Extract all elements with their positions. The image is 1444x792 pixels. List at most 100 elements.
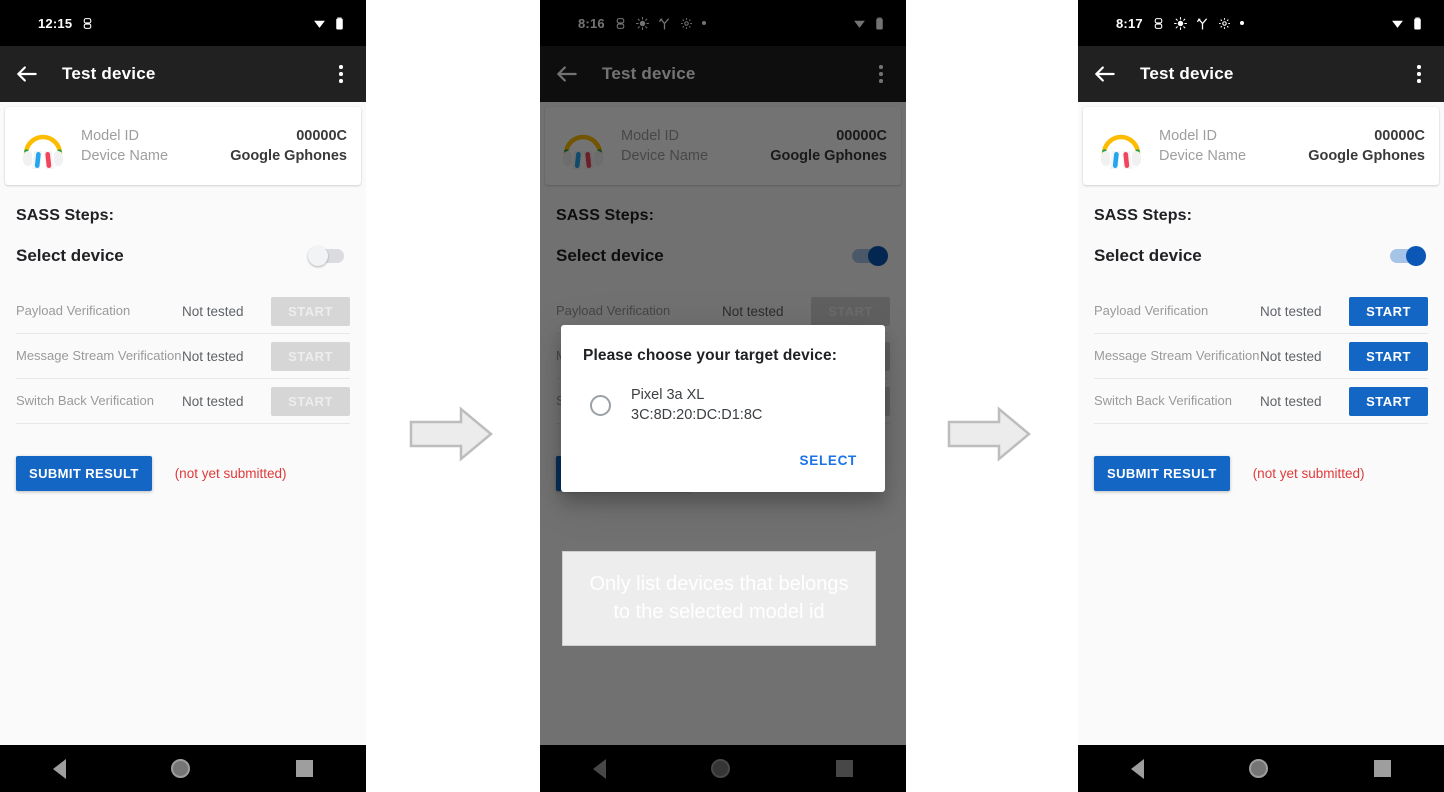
screenshot-icon bbox=[81, 17, 94, 30]
table-row: Switch Back Verification Not tested STAR… bbox=[16, 379, 350, 424]
wifi-icon bbox=[1391, 17, 1404, 30]
model-id-value: 00000C bbox=[1374, 128, 1425, 144]
test-list: Payload Verification Not tested START Me… bbox=[16, 289, 350, 424]
submit-result-button[interactable]: SUBMIT RESULT bbox=[16, 456, 152, 491]
screen-body: 12:15 Test device Model ID 00000C Device… bbox=[0, 0, 366, 792]
screen-body: 8:16 Test device bbox=[540, 0, 906, 792]
back-arrow-icon[interactable] bbox=[14, 61, 40, 87]
start-button-switch-back[interactable]: START bbox=[1349, 386, 1428, 416]
test-name: Switch Back Verification bbox=[16, 392, 155, 408]
select-device-label: Select device bbox=[16, 246, 124, 265]
start-button-message-stream[interactable]: START bbox=[1349, 341, 1428, 371]
device-row-device-name: Device Name Google Gphones bbox=[81, 146, 347, 166]
test-name: Switch Back Verification bbox=[1094, 392, 1233, 408]
nav-recents-icon[interactable] bbox=[296, 760, 314, 777]
start-button-payload[interactable]: START bbox=[1349, 296, 1428, 326]
screenshot-icon bbox=[1152, 17, 1165, 30]
sass-steps-heading: SASS Steps: bbox=[16, 207, 115, 224]
status-bar-left: 12:15 bbox=[14, 16, 94, 31]
app-bar: Test device bbox=[0, 46, 366, 102]
test-status: Not tested bbox=[1260, 393, 1322, 409]
annotation-text: Only list devices that belongs to the se… bbox=[589, 573, 849, 624]
status-bar-clock: 12:15 bbox=[38, 15, 73, 31]
model-id-value: 00000C bbox=[296, 128, 347, 144]
table-row: Payload Verification Not tested START bbox=[16, 289, 350, 334]
back-arrow-icon[interactable] bbox=[1092, 61, 1118, 87]
device-name-value: Google Gphones bbox=[1308, 148, 1425, 164]
test-status: Not tested bbox=[1260, 303, 1322, 319]
nav-recents-icon[interactable] bbox=[1374, 760, 1392, 777]
device-option-row[interactable]: Pixel 3a XL 3C:8D:20:DC:D1:8C bbox=[583, 385, 863, 425]
test-status: Not tested bbox=[1260, 348, 1322, 364]
device-detail-rows: Model ID 00000C Device Name Google Gphon… bbox=[81, 126, 347, 166]
start-button-message-stream[interactable]: START bbox=[271, 341, 350, 371]
device-detail-rows: Model ID 00000C Device Name Google Gphon… bbox=[1159, 126, 1425, 166]
dot-icon bbox=[1239, 21, 1244, 25]
device-name-label: Device Name bbox=[1159, 148, 1247, 164]
overflow-menu-icon[interactable] bbox=[330, 61, 352, 87]
device-row-device-name: Device Name Google Gphones bbox=[1159, 146, 1425, 166]
device-option-name: Pixel 3a XL bbox=[631, 387, 705, 403]
device-name-value: Google Gphones bbox=[230, 148, 347, 164]
select-device-toggle[interactable] bbox=[308, 245, 348, 267]
nav-home-icon[interactable] bbox=[171, 759, 191, 778]
table-row: Message Stream Verification Not tested S… bbox=[1094, 334, 1428, 379]
table-row: Message Stream Verification Not tested S… bbox=[16, 334, 350, 379]
device-info-card: Model ID 00000C Device Name Google Gphon… bbox=[1083, 107, 1439, 185]
device-option-text: Pixel 3a XL 3C:8D:20:DC:D1:8C bbox=[631, 385, 762, 425]
test-name: Payload Verification bbox=[16, 302, 131, 318]
status-bar: 8:17 bbox=[1078, 0, 1444, 46]
annotation-note: Only list devices that belongs to the se… bbox=[562, 551, 876, 646]
select-device-label: Select device bbox=[1094, 246, 1202, 265]
test-name: Message Stream Verification bbox=[16, 347, 182, 363]
navigation-bar bbox=[0, 745, 366, 792]
submit-area: SUBMIT RESULT (not yet submitted) bbox=[1094, 456, 1428, 491]
start-button-payload[interactable]: START bbox=[271, 296, 350, 326]
submit-area: SUBMIT RESULT (not yet submitted) bbox=[16, 456, 350, 491]
table-row: Switch Back Verification Not tested STAR… bbox=[1094, 379, 1428, 424]
model-id-label: Model ID bbox=[1159, 128, 1218, 144]
battery-icon bbox=[1411, 17, 1424, 30]
select-device-row: Select device bbox=[16, 245, 350, 267]
app-bar: Test device bbox=[1078, 46, 1444, 102]
test-status: Not tested bbox=[182, 303, 244, 319]
test-status: Not tested bbox=[182, 348, 244, 364]
sass-steps-heading: SASS Steps: bbox=[1094, 207, 1193, 224]
branch-icon bbox=[1196, 17, 1209, 30]
nav-back-icon[interactable] bbox=[52, 758, 66, 779]
overflow-menu-icon[interactable] bbox=[1408, 61, 1430, 87]
select-button[interactable]: SELECT bbox=[794, 447, 863, 474]
test-name: Payload Verification bbox=[1094, 302, 1209, 318]
phone-screen-initial: 12:15 Test device Model ID 00000C Device… bbox=[0, 0, 366, 792]
model-id-label: Model ID bbox=[81, 128, 140, 144]
submit-status-text: (not yet submitted) bbox=[174, 466, 287, 481]
table-row: Payload Verification Not tested START bbox=[1094, 289, 1428, 334]
submit-result-button[interactable]: SUBMIT RESULT bbox=[1094, 456, 1230, 491]
select-device-toggle[interactable] bbox=[1386, 245, 1426, 267]
target-device-dialog: Please choose your target device: Pixel … bbox=[561, 325, 885, 492]
flow-arrow-2 bbox=[947, 405, 1031, 463]
phone-screen-dialog: 8:16 Test device bbox=[540, 0, 906, 792]
radio-button-icon[interactable] bbox=[590, 394, 611, 416]
status-bar-right bbox=[313, 17, 352, 30]
start-button-switch-back[interactable]: START bbox=[271, 386, 350, 416]
dialog-title: Please choose your target device: bbox=[583, 347, 837, 364]
device-row-model-id: Model ID 00000C bbox=[81, 126, 347, 146]
nav-back-icon[interactable] bbox=[1130, 758, 1144, 779]
battery-icon bbox=[333, 17, 346, 30]
device-row-model-id: Model ID 00000C bbox=[1159, 126, 1425, 146]
headphones-icon bbox=[1093, 118, 1149, 174]
status-bar-right bbox=[1391, 17, 1430, 30]
headphones-icon bbox=[15, 118, 71, 174]
test-status: Not tested bbox=[182, 393, 244, 409]
wifi-icon bbox=[313, 17, 326, 30]
nav-home-icon[interactable] bbox=[1249, 759, 1269, 778]
flow-arrow-1 bbox=[409, 405, 493, 463]
dialog-actions: SELECT bbox=[583, 447, 863, 484]
status-bar-clock: 8:17 bbox=[1116, 15, 1143, 31]
test-name: Message Stream Verification bbox=[1094, 347, 1260, 363]
select-device-row: Select device bbox=[1094, 245, 1428, 267]
submit-status-text: (not yet submitted) bbox=[1252, 466, 1365, 481]
gear-icon bbox=[1218, 17, 1231, 30]
screenshot-stage: 12:15 Test device Model ID 00000C Device… bbox=[0, 0, 1444, 792]
